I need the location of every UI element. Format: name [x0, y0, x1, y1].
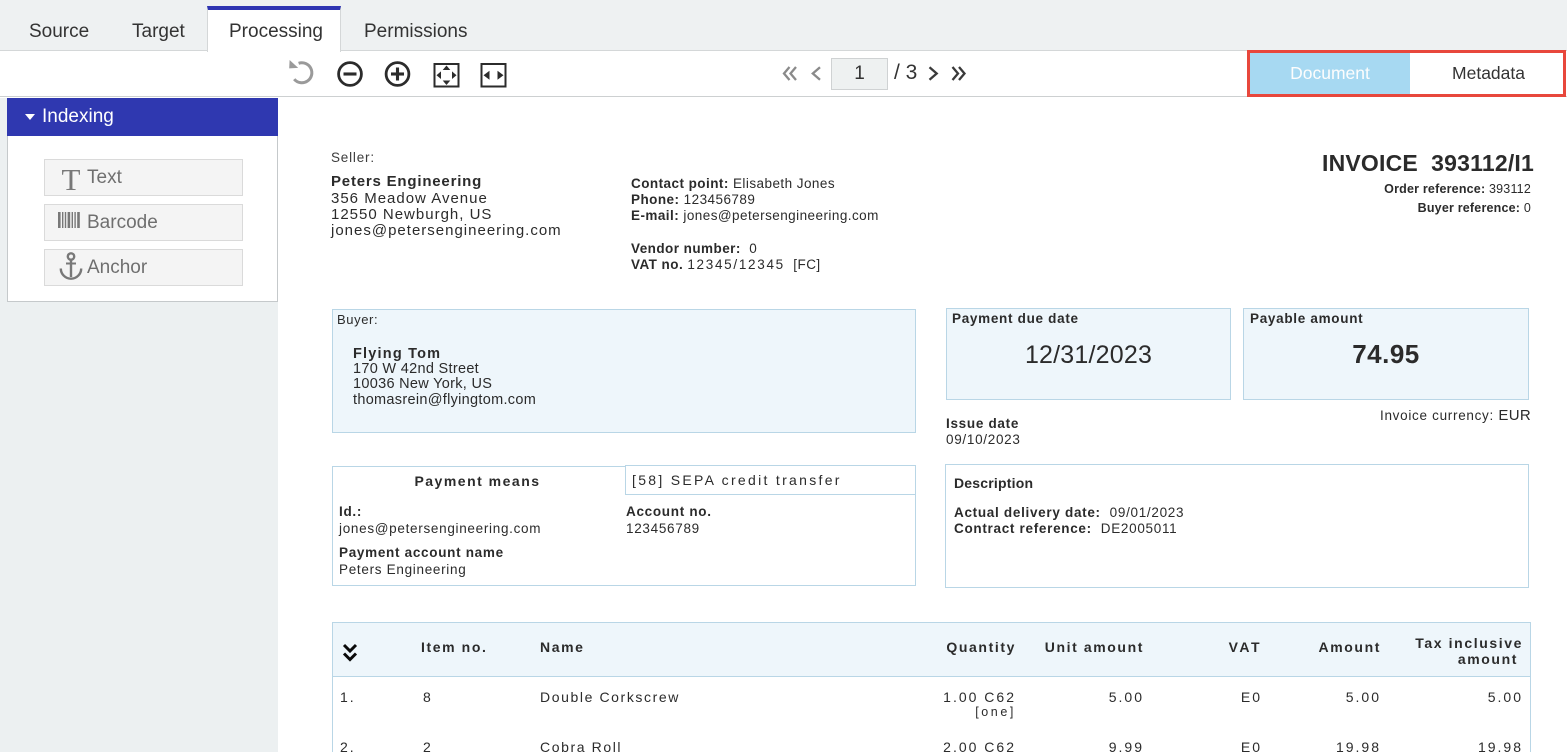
svg-text:T: T [62, 162, 81, 195]
